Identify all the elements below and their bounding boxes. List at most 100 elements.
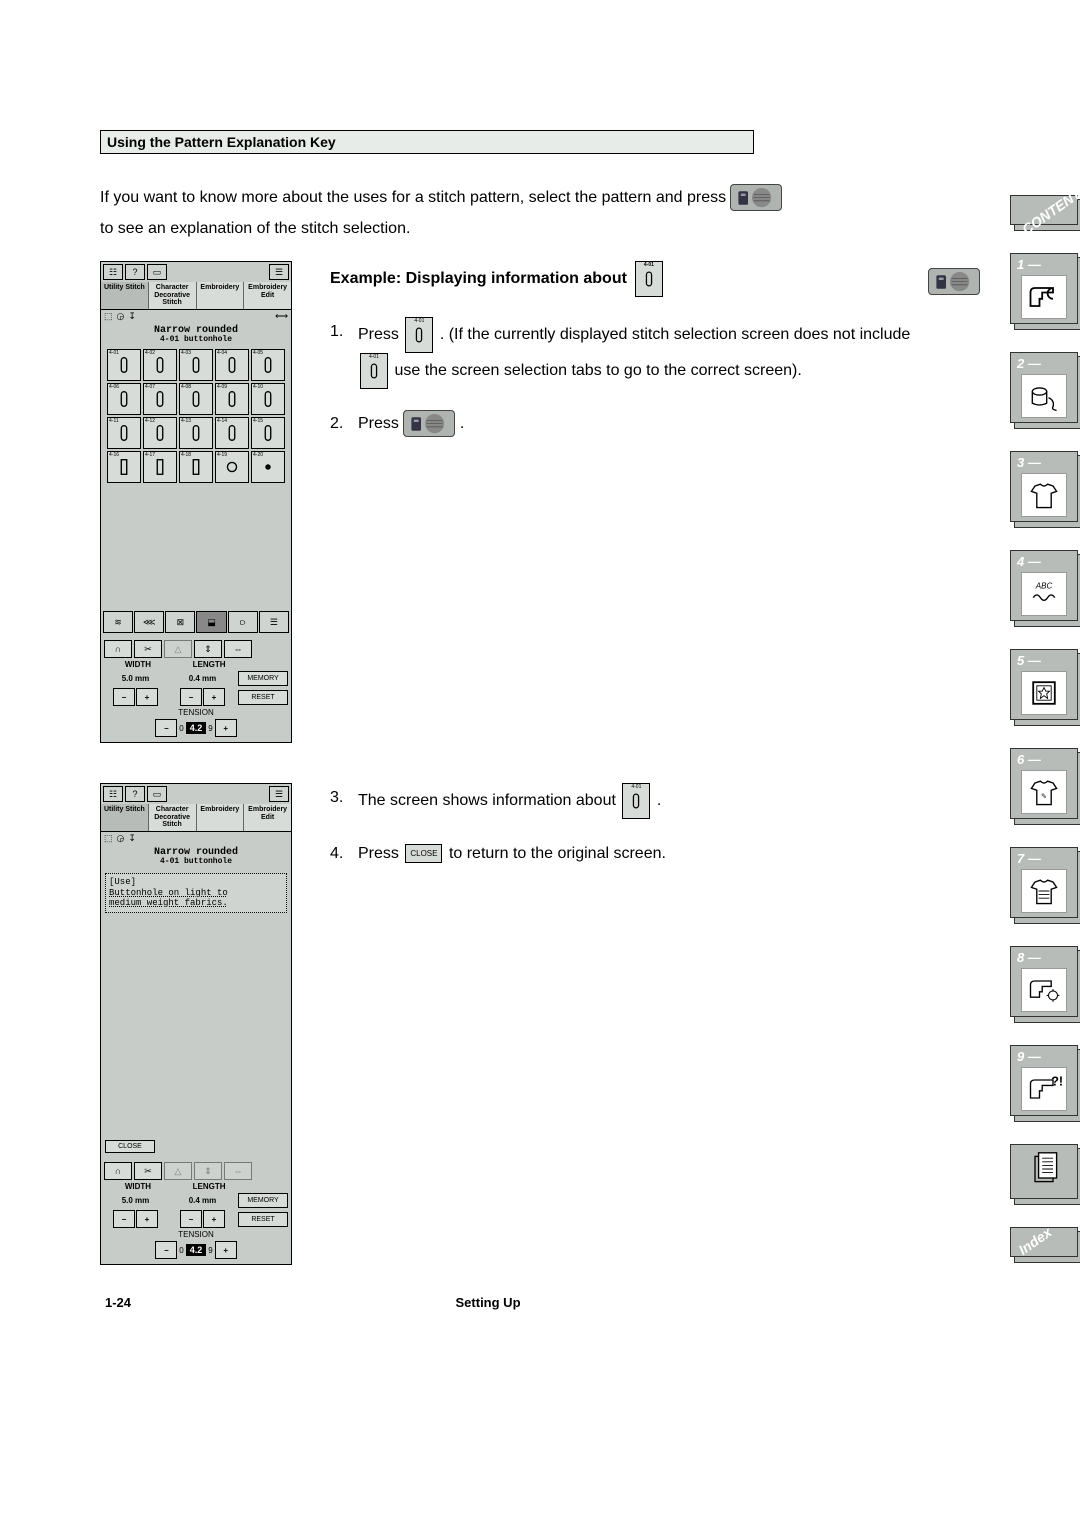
- tab-chapter-5[interactable]: 5 —: [1010, 649, 1078, 720]
- step-4: 4. Press CLOSE to return to the original…: [330, 839, 940, 869]
- stitch-cell[interactable]: 4-19: [215, 451, 249, 483]
- reset-button[interactable]: RESET: [238, 690, 288, 705]
- header-icon: ?: [125, 264, 145, 280]
- stitch-cell[interactable]: 4-06: [107, 383, 141, 415]
- tab-chapter-2[interactable]: 2 —: [1010, 352, 1078, 423]
- width-plus[interactable]: +: [136, 1210, 158, 1228]
- intro-text-2: to see an explanation of the stitch sele…: [100, 217, 410, 241]
- svg-text:?!: ?!: [1051, 1074, 1062, 1088]
- length-plus[interactable]: +: [203, 688, 225, 706]
- stitch-cell[interactable]: 4-03: [179, 349, 213, 381]
- stitch-cell[interactable]: 4-15: [251, 417, 285, 449]
- stitch-cell[interactable]: 4-01: [107, 349, 141, 381]
- stitch-cell[interactable]: 4-07: [143, 383, 177, 415]
- lcd-tab-character[interactable]: Character Decorative Stitch: [149, 282, 197, 309]
- tab-chapter-3[interactable]: 3 —: [1010, 451, 1078, 522]
- category-tab[interactable]: ⊠: [165, 611, 195, 633]
- lcd-tab-embroidery[interactable]: Embroidery: [197, 282, 245, 309]
- header-icon: ▭: [147, 264, 167, 280]
- stitch-cell[interactable]: 4-02: [143, 349, 177, 381]
- category-tab[interactable]: ⋘: [134, 611, 164, 633]
- use-header: [Use]: [109, 877, 283, 888]
- lcd-cut-button[interactable]: ✂: [134, 1162, 162, 1180]
- tab-chapter-9[interactable]: 9 — ?!: [1010, 1045, 1078, 1116]
- stitch-cell[interactable]: 4-14: [215, 417, 249, 449]
- lcd-category-tabs: ≋ ⋘ ⊠ ⬓ ⫐ ☰: [101, 609, 291, 635]
- tab-chapter-6[interactable]: 6 — ✎: [1010, 748, 1078, 819]
- width-minus[interactable]: −: [113, 688, 135, 706]
- tension-plus[interactable]: +: [215, 719, 237, 737]
- lcd-cut-button[interactable]: ✂: [134, 640, 162, 658]
- step-text: The screen shows information about: [358, 792, 616, 809]
- lcd-disabled-button: △: [164, 1162, 192, 1180]
- memory-button[interactable]: MEMORY: [238, 671, 288, 686]
- tension-minus[interactable]: −: [155, 719, 177, 737]
- tab-index[interactable]: Index: [1010, 1227, 1078, 1257]
- step-text: .: [460, 415, 464, 432]
- lcd-tab-utility[interactable]: Utility Stitch: [101, 804, 149, 831]
- category-tab-active[interactable]: ⬓: [196, 611, 226, 633]
- length-plus[interactable]: +: [203, 1210, 225, 1228]
- lcd-stitch-sub: 4-01 buttonhole: [101, 336, 291, 345]
- page-footer: 1-24 Setting Up: [100, 1295, 850, 1310]
- stitch-cell[interactable]: 4-05: [251, 349, 285, 381]
- tab-chapter-7[interactable]: 7 —: [1010, 847, 1078, 918]
- tab-number: 5 —: [1013, 653, 1041, 668]
- length-label: LENGTH: [193, 1182, 226, 1191]
- lcd-tab-character[interactable]: Character Decorative Stitch: [149, 804, 197, 831]
- stitch-cell[interactable]: 4-20: [251, 451, 285, 483]
- step-number: 1.: [330, 317, 348, 347]
- lcd-mirror-button[interactable]: ⇕: [194, 640, 222, 658]
- lcd-tab-embedit[interactable]: Embroidery Edit: [244, 282, 291, 309]
- stitch-cell[interactable]: 4-04: [215, 349, 249, 381]
- stitch-cell[interactable]: 4-11: [107, 417, 141, 449]
- stitch-cell[interactable]: 4-17: [143, 451, 177, 483]
- lcd-controls: ∩ ✂ △ ⇕ ⇔ WIDTH LENGTH 5.0 mm 0.4 mm MEM…: [101, 1157, 291, 1264]
- tab-contents[interactable]: CONTENTS: [1010, 195, 1078, 225]
- stitch-cell[interactable]: 4-16: [107, 451, 141, 483]
- header-icon: ☷: [103, 264, 123, 280]
- header-icon: ☷: [103, 786, 123, 802]
- header-icon: ☰: [269, 264, 289, 280]
- bobbin-icon: ◶: [117, 311, 125, 322]
- tab-number: 9 —: [1013, 1049, 1041, 1064]
- length-minus[interactable]: −: [180, 1210, 202, 1228]
- lcd-stitch-sub: 4-01 buttonhole: [101, 858, 291, 867]
- stitch-cell[interactable]: 4-18: [179, 451, 213, 483]
- stitch-cell[interactable]: 4-13: [179, 417, 213, 449]
- tab-chapter-1[interactable]: 1 —: [1010, 253, 1078, 324]
- step-text: Press: [358, 415, 399, 432]
- length-minus[interactable]: −: [180, 688, 202, 706]
- tab-appendix[interactable]: [1010, 1144, 1078, 1199]
- memory-button[interactable]: MEMORY: [238, 1193, 288, 1208]
- example-heading: Example: Displaying information about 4-…: [330, 261, 940, 297]
- width-minus[interactable]: −: [113, 1210, 135, 1228]
- lcd-reinforce-button[interactable]: ∩: [104, 640, 132, 658]
- step-text: use the screen selection tabs to go to t…: [394, 362, 801, 379]
- tab-chapter-4[interactable]: 4 — ABC: [1010, 550, 1078, 621]
- lcd-reinforce-button[interactable]: ∩: [104, 1162, 132, 1180]
- tab-label: CONTENTS: [1016, 180, 1080, 240]
- lcd-mirror-button[interactable]: ⇔: [224, 640, 252, 658]
- tab-number: 3 —: [1013, 455, 1041, 470]
- category-tab[interactable]: ☰: [259, 611, 289, 633]
- stitch-cell[interactable]: 4-12: [143, 417, 177, 449]
- reset-button[interactable]: RESET: [238, 1212, 288, 1227]
- lcd-tab-utility[interactable]: Utility Stitch: [101, 282, 149, 309]
- lcd-close-button[interactable]: CLOSE: [105, 1140, 155, 1153]
- lcd-screen-selection: ☷ ? ▭ ☰ Utility Stitch Character Decorat…: [100, 261, 292, 743]
- tension-plus[interactable]: +: [215, 1241, 237, 1259]
- tension-label: TENSION: [104, 1230, 288, 1239]
- category-tab[interactable]: ⫐: [228, 611, 258, 633]
- tension-minus[interactable]: −: [155, 1241, 177, 1259]
- tab-chapter-8[interactable]: 8 —: [1010, 946, 1078, 1017]
- stitch-cell[interactable]: 4-10: [251, 383, 285, 415]
- lcd-tab-embedit[interactable]: Embroidery Edit: [244, 804, 291, 831]
- close-button-icon: CLOSE: [405, 844, 442, 863]
- category-tab[interactable]: ≋: [103, 611, 133, 633]
- lcd-tab-embroidery[interactable]: Embroidery: [197, 804, 245, 831]
- stitch-cell[interactable]: 4-09: [215, 383, 249, 415]
- width-plus[interactable]: +: [136, 688, 158, 706]
- stitch-cell[interactable]: 4-08: [179, 383, 213, 415]
- example-heading-text: Example: Displaying information about: [330, 270, 627, 288]
